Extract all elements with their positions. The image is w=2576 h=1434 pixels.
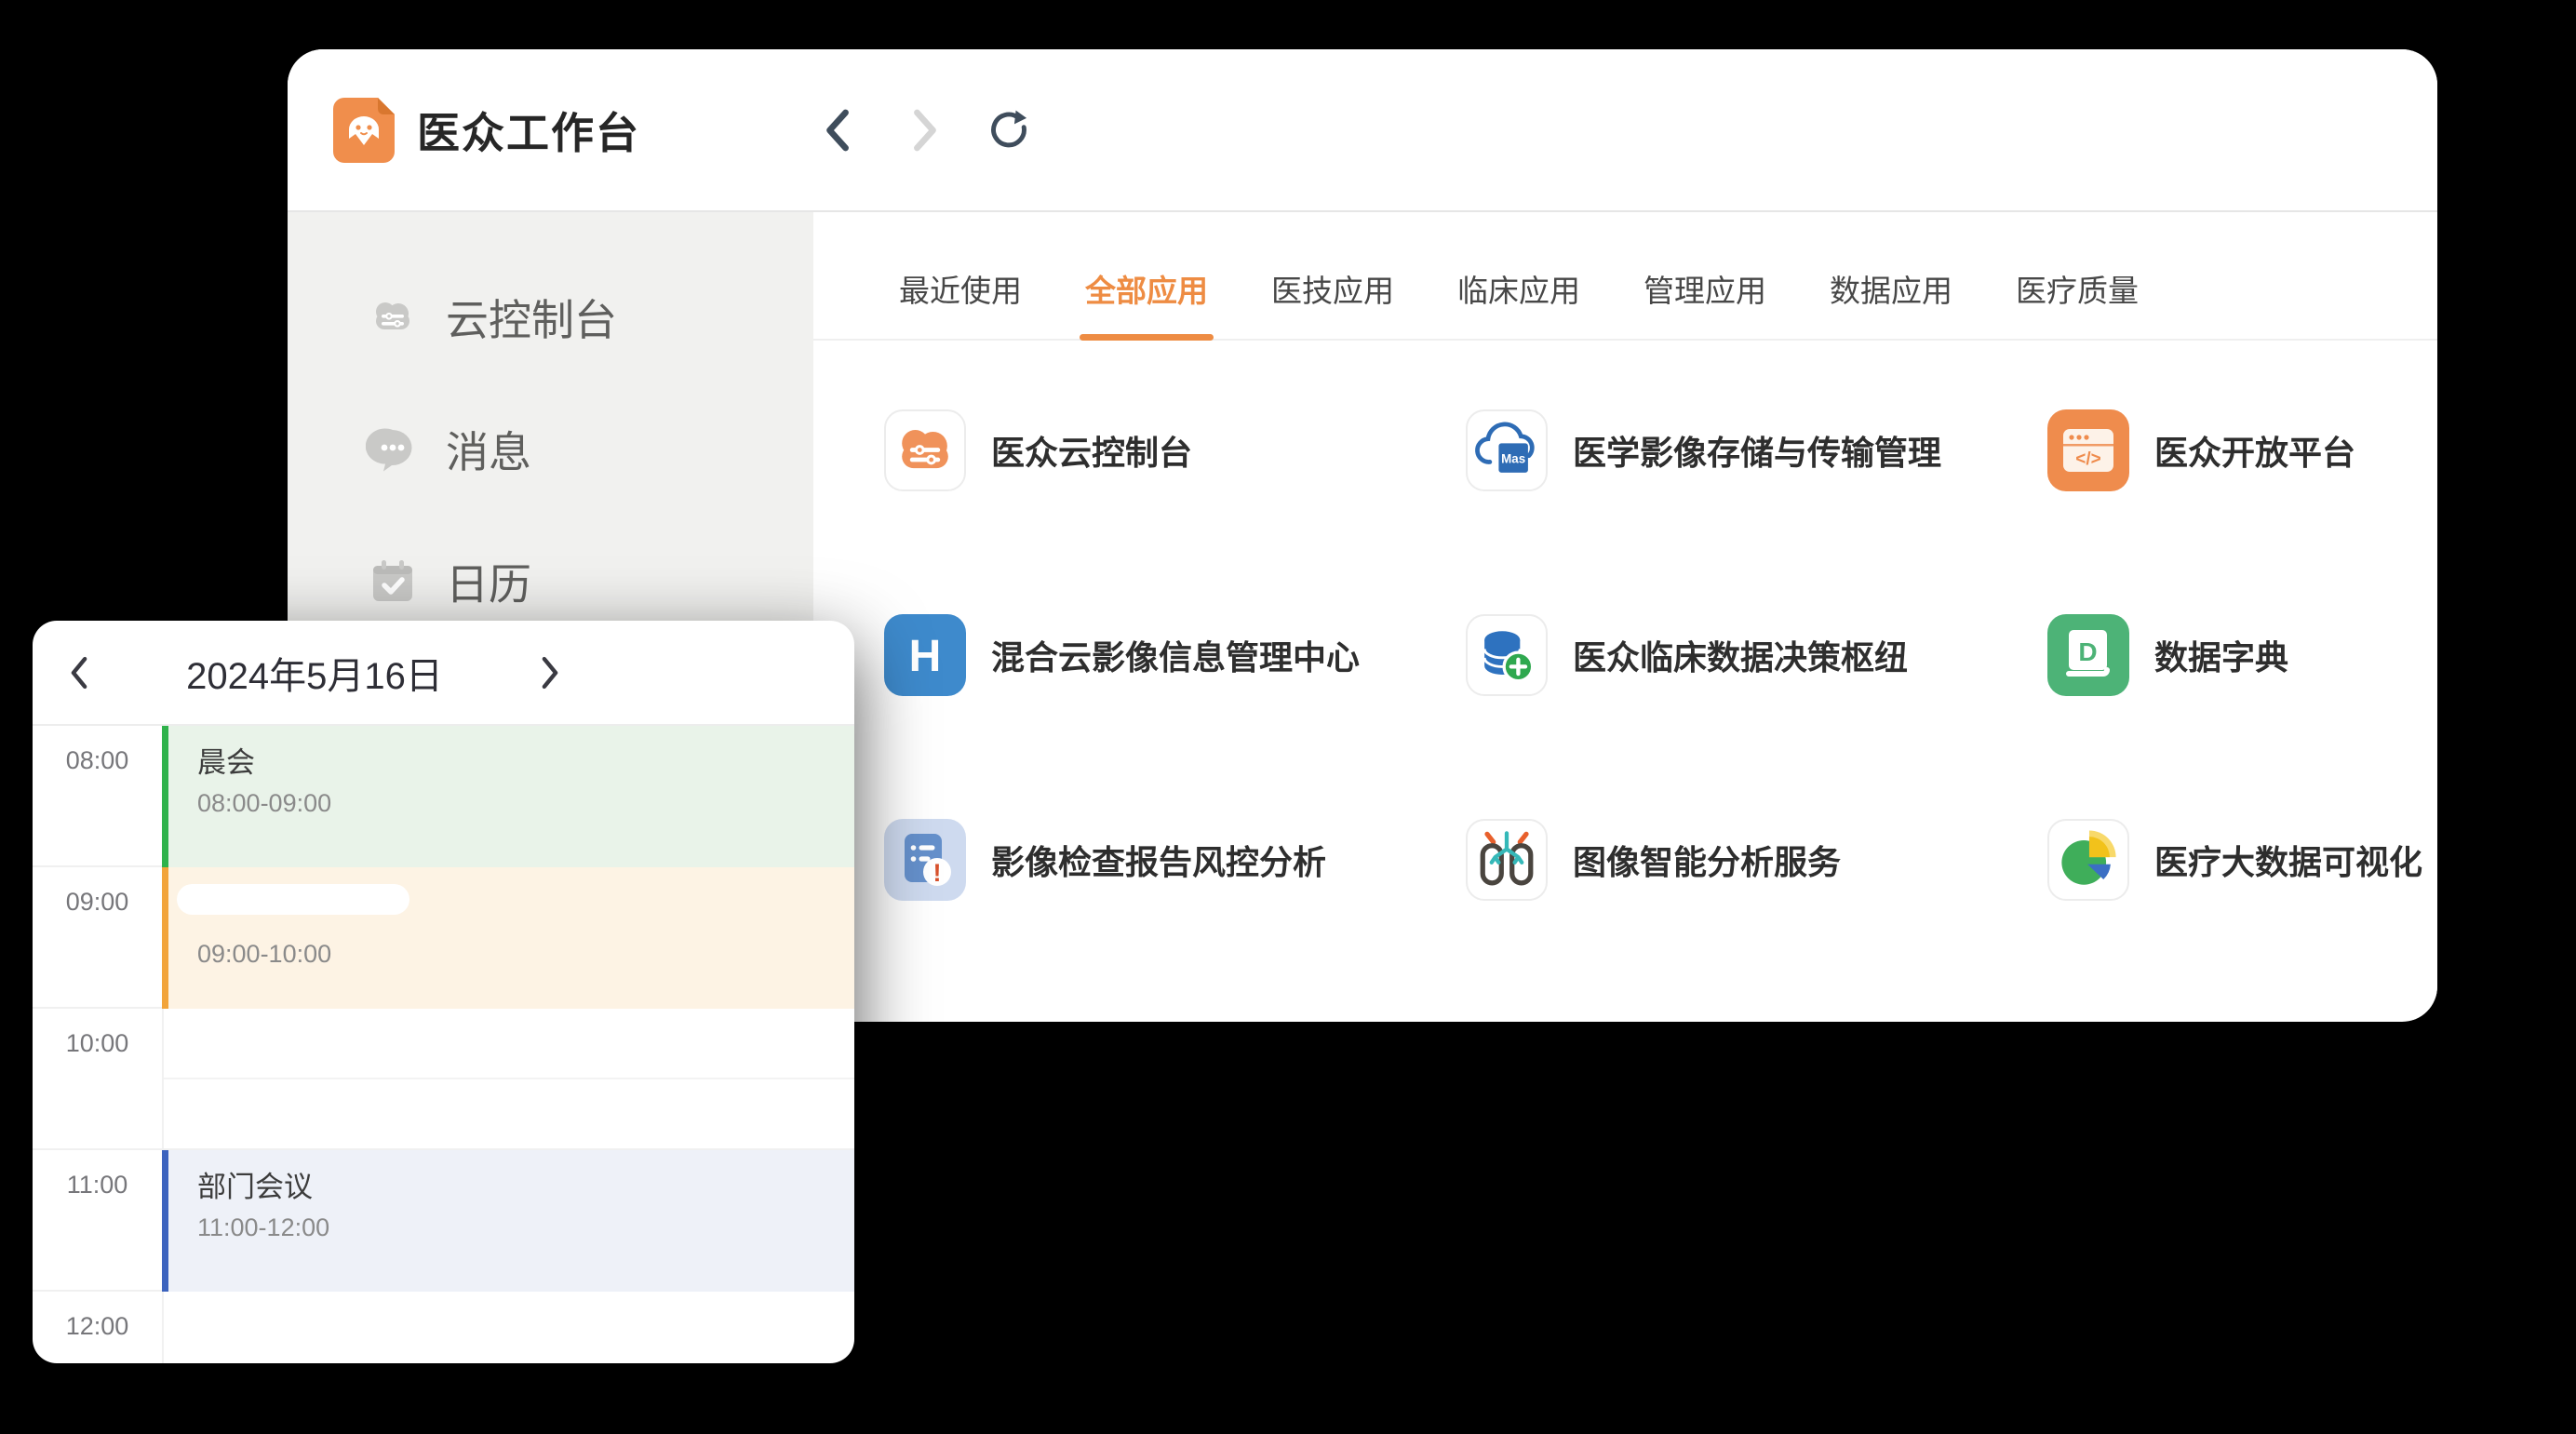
- blue-h-icon: H: [884, 614, 966, 696]
- refresh-icon: [988, 106, 1031, 154]
- app-item-data-dictionary[interactable]: D 数据字典: [2047, 614, 2437, 696]
- pie-chart-icon: [2047, 819, 2129, 901]
- calendar-row-11: 11:00 部门会议 11:00-12:00: [33, 1150, 854, 1292]
- calendar-row-09: 09:00 09:00-10:00: [33, 867, 854, 1009]
- app-label: 影像检查报告风控分析: [991, 836, 1326, 884]
- titlebar: 医众工作台: [288, 49, 2437, 212]
- svg-text:D: D: [2078, 637, 2097, 666]
- back-button[interactable]: [817, 106, 860, 154]
- event-time: 11:00-12:00: [197, 1213, 854, 1242]
- svg-text:Mas: Mas: [1501, 451, 1525, 465]
- blue-cloud-mas-icon: Mas: [1466, 409, 1548, 491]
- event-title: 部门会议: [197, 1163, 854, 1205]
- sidebar-item-messages[interactable]: 消息: [288, 398, 813, 501]
- app-label: 医众云控制台: [991, 426, 1192, 475]
- sidebar-item-cloud-console[interactable]: 云控制台: [288, 266, 813, 369]
- tab-management[interactable]: 管理应用: [1644, 266, 1766, 339]
- event-title: 晨会: [197, 739, 854, 781]
- app-label: 混合云影像信息管理中心: [991, 631, 1360, 679]
- chevron-right-icon: [906, 107, 942, 154]
- lungs-ai-icon: [1466, 819, 1548, 901]
- time-label: 12:00: [33, 1312, 162, 1341]
- time-label: 09:00: [33, 888, 162, 917]
- calendar-event-department-meeting[interactable]: 部门会议 11:00-12:00: [162, 1150, 854, 1292]
- event-time: 09:00-10:00: [197, 940, 854, 969]
- calendar-day-view: 08:00 晨会 08:00-09:00 09:00 09:00-10:00 1…: [33, 726, 854, 1363]
- app-logo-icon: [333, 98, 395, 163]
- event-time: 08:00-09:00: [197, 789, 854, 818]
- app-label: 医疗大数据可视化: [2154, 836, 2422, 884]
- time-label: 08:00: [33, 746, 162, 775]
- tab-medtech[interactable]: 医技应用: [1271, 266, 1394, 339]
- chevron-left-icon: [821, 107, 856, 154]
- database-plus-icon: [1466, 614, 1548, 696]
- orange-cloud-sliders-icon: [884, 409, 966, 491]
- cloud-console-icon: [366, 290, 420, 344]
- tab-bar: 最近使用 全部应用 医技应用 临床应用 管理应用 数据应用 医疗质量: [813, 212, 2437, 341]
- app-item-image-ai-analysis[interactable]: 图像智能分析服务: [1466, 819, 2047, 901]
- sidebar-item-calendar[interactable]: 日历: [288, 530, 813, 633]
- sidebar-item-label: 日历: [446, 551, 531, 612]
- message-icon: [366, 422, 420, 476]
- calendar-row-12: 12:00: [33, 1292, 854, 1363]
- nav-controls: [817, 106, 1031, 154]
- sidebar-item-label: 消息: [446, 419, 531, 480]
- calendar-panel: 2024年5月16日 08:00 晨会 08:00-09:00 09:00 09…: [33, 621, 854, 1363]
- refresh-button[interactable]: [988, 106, 1031, 154]
- calendar-header: 2024年5月16日: [33, 621, 854, 726]
- app-item-image-storage[interactable]: Mas 医学影像存储与传输管理: [1466, 409, 2047, 491]
- app-label: 数据字典: [2154, 631, 2288, 679]
- calendar-next-day-button[interactable]: [531, 650, 569, 695]
- chevron-left-icon: [66, 654, 92, 691]
- calendar-date: 2024年5月16日: [98, 646, 531, 700]
- svg-text:</>: </>: [2075, 449, 2100, 469]
- tab-recent[interactable]: 最近使用: [899, 266, 1022, 339]
- redacted-event-title: [177, 884, 409, 915]
- desktop-background: { "app": { "title": "医众工作台" }, "sidebar"…: [0, 0, 2576, 1434]
- app-label: 医众临床数据决策枢纽: [1573, 631, 1908, 679]
- green-dictionary-icon: D: [2047, 614, 2129, 696]
- calendar-event-morning-meeting[interactable]: 晨会 08:00-09:00: [162, 726, 854, 867]
- forward-button[interactable]: [903, 106, 946, 154]
- app-item-report-risk-analysis[interactable]: ! 影像检查报告风控分析: [884, 819, 1466, 901]
- code-window-icon: </>: [2047, 409, 2129, 491]
- calendar-row-08: 08:00 晨会 08:00-09:00: [33, 726, 854, 867]
- svg-text:!: !: [933, 859, 942, 887]
- calendar-row-10: 10:00: [33, 1009, 854, 1150]
- app-item-big-data-viz[interactable]: 医疗大数据可视化: [2047, 819, 2437, 901]
- app-label: 图像智能分析服务: [1573, 836, 1841, 884]
- svg-text:H: H: [909, 632, 942, 681]
- chevron-right-icon: [537, 654, 563, 691]
- tab-all-apps[interactable]: 全部应用: [1085, 266, 1208, 339]
- app-content: 最近使用 全部应用 医技应用 临床应用 管理应用 数据应用 医疗质量: [813, 212, 2437, 1020]
- app-item-cloud-console[interactable]: 医众云控制台: [884, 409, 1466, 491]
- sidebar-item-label: 云控制台: [446, 287, 617, 348]
- app-item-hybrid-cloud-imaging[interactable]: H 混合云影像信息管理中心: [884, 614, 1466, 696]
- app-title: 医众工作台: [417, 100, 640, 161]
- half-hour-gridline: [164, 1078, 854, 1079]
- app-item-open-platform[interactable]: </> 医众开放平台: [2047, 409, 2437, 491]
- time-label: 11:00: [33, 1171, 162, 1199]
- calendar-icon: [366, 555, 420, 609]
- app-label: 医学影像存储与传输管理: [1573, 426, 1941, 475]
- calendar-prev-day-button[interactable]: [60, 650, 98, 695]
- app-label: 医众开放平台: [2154, 426, 2355, 475]
- time-label: 10:00: [33, 1029, 162, 1058]
- app-grid: 医众云控制台 Mas 医学影像存储与传输管理: [813, 335, 2437, 1020]
- tab-clinical[interactable]: 临床应用: [1457, 266, 1580, 339]
- app-item-clinical-data-hub[interactable]: 医众临床数据决策枢纽: [1466, 614, 2047, 696]
- report-alert-icon: !: [884, 819, 966, 901]
- calendar-event-redacted[interactable]: 09:00-10:00: [162, 867, 854, 1009]
- tab-quality[interactable]: 医疗质量: [2016, 266, 2139, 339]
- tab-data[interactable]: 数据应用: [1830, 266, 1952, 339]
